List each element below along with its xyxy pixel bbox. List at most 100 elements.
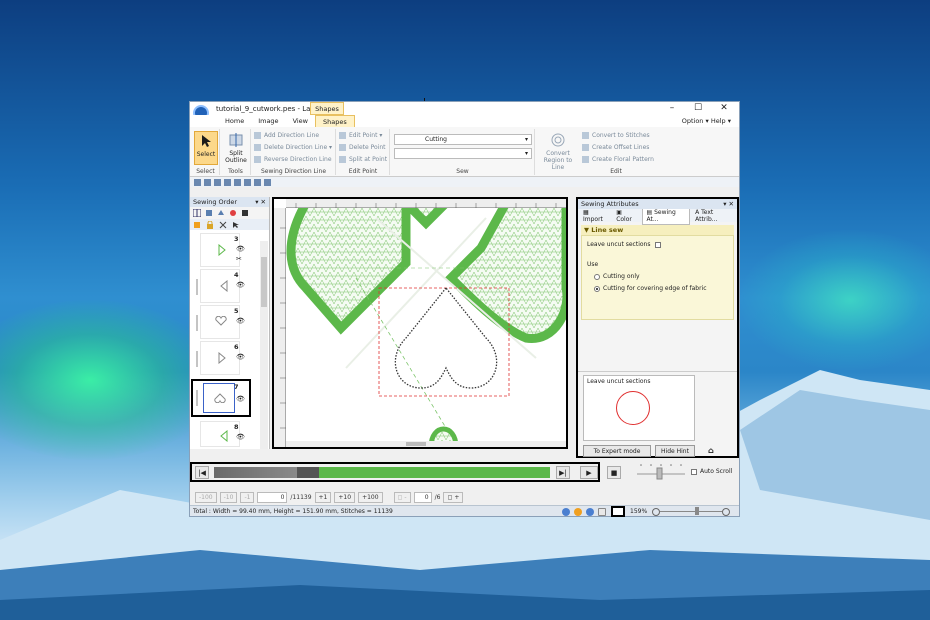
zoom-slider[interactable] [660, 511, 722, 512]
realistic-view-icon[interactable] [562, 508, 570, 516]
select-button[interactable]: Select [194, 131, 218, 165]
undo-icon[interactable] [234, 178, 241, 186]
zoom-out-icon[interactable] [652, 508, 660, 516]
eye-icon[interactable]: 👁 [236, 395, 245, 403]
eye-icon[interactable]: 👁 [236, 433, 245, 441]
panel-pin-icon[interactable]: ▾ ✕ [255, 197, 266, 207]
transfer-icon[interactable] [264, 178, 271, 186]
speed-slider[interactable] [633, 462, 689, 482]
new-file-icon[interactable] [194, 178, 201, 186]
stitch-bar-icon [196, 390, 198, 406]
step-plus-10-button[interactable]: +10 [334, 491, 356, 503]
grid-toggle-icon[interactable] [598, 508, 606, 516]
color-sequence-icon[interactable] [193, 221, 201, 229]
tab-sewing-attributes[interactable]: ▤ Sewing At... [642, 206, 691, 225]
go-to-start-button[interactable]: |◀ [195, 466, 209, 479]
step-plus-1-button[interactable]: +1 [314, 491, 332, 503]
help-menu[interactable]: Help [711, 117, 726, 125]
step-plus-100-button[interactable]: +100 [358, 491, 383, 503]
tab-color[interactable]: ▣ Color [613, 208, 640, 224]
step-minus-100-button[interactable]: -100 [195, 491, 217, 503]
create-offset-lines-button[interactable]: Create Offset Lines [582, 143, 649, 153]
sewing-order-scroll-thumb[interactable] [261, 257, 267, 307]
eye-icon[interactable]: 👁 [236, 317, 245, 325]
sew-setting-combo[interactable]: ▾ [394, 148, 532, 159]
play-button[interactable]: ▶ [580, 466, 598, 479]
cutting-covering-radio[interactable] [594, 285, 600, 292]
split-outline-button[interactable]: Split Outline [224, 131, 248, 165]
move-up-icon[interactable] [217, 209, 225, 217]
create-floral-pattern-button[interactable]: Create Floral Pattern [582, 155, 654, 165]
tab-image[interactable]: Image [251, 115, 285, 127]
delete-point-button[interactable]: Delete Point [339, 143, 386, 153]
save-icon[interactable] [214, 178, 221, 186]
film-icon[interactable] [241, 209, 249, 217]
tab-shapes[interactable]: Shapes [315, 114, 355, 128]
minimize-button[interactable]: – [661, 102, 683, 115]
context-tab-shapes: Shapes [310, 102, 344, 115]
cutting-covering-option[interactable]: Cutting for covering edge of fabric [594, 285, 707, 292]
scissors-icon[interactable]: ✂ [236, 255, 242, 263]
eye-icon[interactable]: 👁 [236, 281, 245, 289]
grid-view-icon[interactable] [193, 209, 201, 217]
ribbon-group-edit: Convert Region to Line Convert to Stitch… [536, 129, 656, 175]
uncut-circle-illustration [616, 391, 650, 425]
preview-icon[interactable] [254, 178, 261, 186]
hoop-icon[interactable] [611, 506, 625, 517]
split-point-icon [339, 156, 346, 163]
tab-import[interactable]: ▦ Import [580, 208, 611, 224]
ribbon-group-tools: Split Outline Tools [221, 129, 251, 175]
cutting-only-radio[interactable] [594, 273, 600, 280]
stitch-position-input[interactable]: 0 [257, 491, 288, 503]
sort-icon[interactable] [205, 209, 213, 217]
auto-scroll-option[interactable]: Auto Scroll [691, 468, 732, 475]
color-merge-icon[interactable] [229, 209, 237, 217]
zoom-in-icon[interactable] [722, 508, 730, 516]
go-to-end-button[interactable]: ▶| [556, 466, 570, 479]
open-file-icon[interactable] [204, 178, 211, 186]
house-icon[interactable]: ⌂ [708, 446, 714, 455]
line-sew-header[interactable]: ▼ Line sew [581, 225, 734, 235]
delete-direction-line-button[interactable]: Delete Direction Line ▾ [254, 143, 332, 153]
stitch-view-icon[interactable] [574, 508, 582, 516]
leave-uncut-row[interactable]: Leave uncut sections [587, 241, 662, 248]
eye-icon[interactable]: 👁 [236, 245, 245, 253]
color-prev-button[interactable]: ◻ - [393, 491, 411, 503]
reverse-direction-line-button[interactable]: Reverse Direction Line [254, 155, 332, 165]
hide-hint-button[interactable]: Hide Hint [655, 445, 695, 457]
tab-view[interactable]: View [286, 115, 315, 127]
maximize-button[interactable]: ☐ [687, 102, 709, 115]
cross-icon[interactable] [219, 221, 227, 229]
outline-view-icon[interactable] [586, 508, 594, 516]
sew-type-combo[interactable]: Cutting ▾ [394, 134, 532, 145]
color-next-button[interactable]: ◻ + [443, 491, 464, 503]
print-icon[interactable] [224, 178, 231, 186]
cursor-icon[interactable] [232, 221, 240, 229]
zoom-level[interactable]: 159% [630, 506, 647, 517]
edit-point-button[interactable]: Edit Point ▾ [339, 131, 382, 141]
stop-button[interactable]: ■ [607, 466, 621, 479]
convert-region-to-line-button[interactable]: Convert Region to Line [538, 131, 578, 171]
eye-icon[interactable]: 👁 [236, 353, 245, 361]
option-menu[interactable]: Option [682, 117, 704, 125]
stitch-bar-icon [196, 279, 198, 295]
auto-scroll-checkbox[interactable] [691, 468, 697, 475]
tab-home[interactable]: Home [218, 115, 251, 127]
convert-to-stitches-button[interactable]: Convert to Stitches [582, 131, 650, 141]
panel-close-icon[interactable]: ▾ ✕ [723, 199, 734, 209]
zoom-slider-thumb[interactable] [695, 507, 699, 515]
step-minus-10-button[interactable]: -10 [219, 491, 238, 503]
lock-icon[interactable] [206, 220, 214, 229]
add-direction-line-button[interactable]: Add Direction Line [254, 131, 319, 141]
close-button[interactable]: ✕ [713, 102, 735, 115]
split-at-point-button[interactable]: Split at Point [339, 155, 387, 165]
step-minus-1-button[interactable]: -1 [240, 491, 255, 503]
color-position-input[interactable]: 0 [413, 491, 432, 503]
leave-uncut-checkbox[interactable] [655, 241, 662, 248]
design-canvas[interactable] [272, 197, 568, 449]
to-expert-mode-button[interactable]: To Expert mode [583, 445, 651, 457]
tab-text-attributes[interactable]: A Text Attrib... [692, 208, 737, 224]
redo-icon[interactable] [244, 178, 251, 186]
embroidery-design[interactable] [286, 208, 566, 447]
cutting-only-option[interactable]: Cutting only [594, 273, 640, 280]
